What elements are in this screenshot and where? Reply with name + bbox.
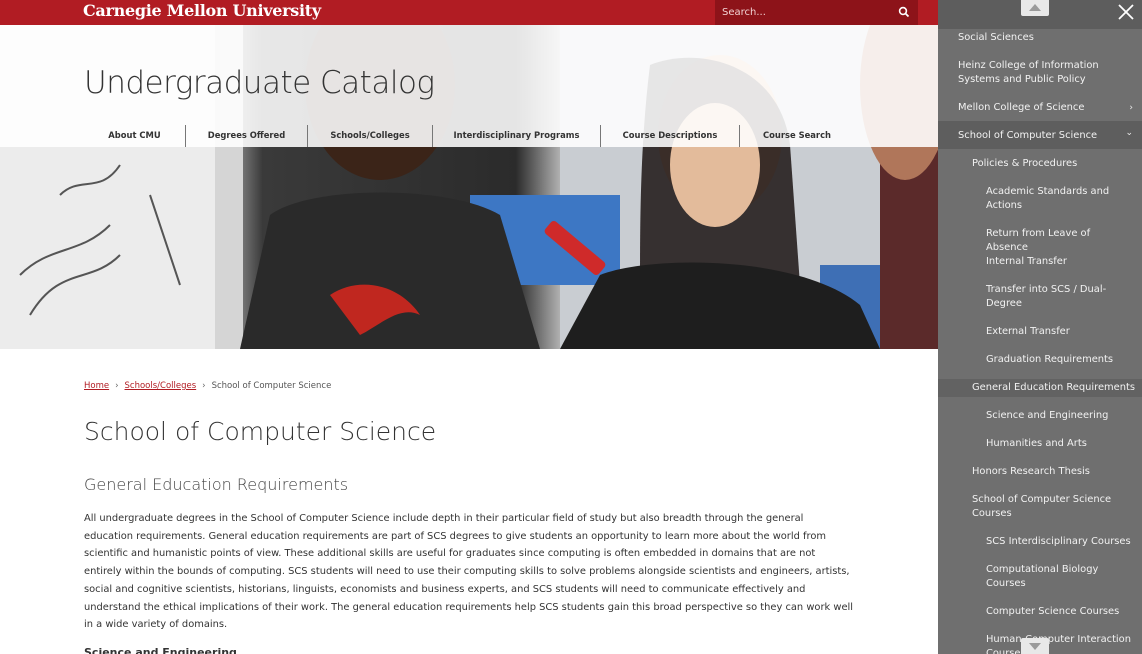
section-title: General Education Requirements — [84, 475, 349, 494]
sidebar-item-scs-courses[interactable]: School of Computer Science Courses — [938, 493, 1142, 521]
nav-about-cmu[interactable]: About CMU — [84, 125, 186, 147]
sidebar-item-internal-transfer[interactable]: Internal Transfer — [938, 255, 1142, 269]
sidebar-item-policies-procedures[interactable]: Policies & Procedures — [938, 157, 1142, 171]
breadcrumb-home-link[interactable]: Home — [84, 381, 109, 391]
search-icon[interactable] — [898, 6, 910, 18]
sidebar-item-school-of-computer-science[interactable]: School of Computer Science ⌄ — [938, 128, 1142, 143]
nav-course-descriptions[interactable]: Course Descriptions — [601, 125, 740, 147]
nav-schools-colleges[interactable]: Schools/Colleges — [308, 125, 433, 147]
sidebar-item-computer-science-courses[interactable]: Computer Science Courses — [938, 605, 1142, 619]
page-title: School of Computer Science — [84, 417, 437, 446]
sidebar-item-science-engineering[interactable]: Science and Engineering — [938, 409, 1142, 423]
section-body: All undergraduate degrees in the School … — [84, 513, 854, 631]
chevron-down-icon: ⌄ — [1125, 128, 1133, 138]
scroll-up-button[interactable] — [1021, 0, 1049, 16]
breadcrumb-separator: › — [202, 381, 206, 391]
scroll-down-button[interactable] — [1021, 638, 1049, 654]
breadcrumb-separator: › — [115, 381, 119, 391]
main-nav: About CMU Degrees Offered Schools/Colleg… — [84, 125, 854, 147]
close-icon[interactable] — [1116, 2, 1136, 22]
sidebar-item-external-transfer[interactable]: External Transfer — [938, 325, 1142, 339]
sidebar-item-scs-interdisciplinary[interactable]: SCS Interdisciplinary Courses — [938, 535, 1142, 549]
catalog-title: Undergraduate Catalog — [84, 65, 435, 101]
search-box — [715, 0, 918, 25]
sidebar-item-academic-standards[interactable]: Academic Standards and Actions — [938, 185, 1142, 213]
top-bar: Carnegie Mellon University — [0, 0, 938, 25]
next-section-heading: Science and Engineering — [84, 646, 237, 654]
sidebar-item-computational-biology[interactable]: Computational Biology Courses — [938, 563, 1142, 591]
sidebar-item-general-education[interactable]: General Education Requirements — [938, 379, 1142, 397]
sidebar-item-mellon-college[interactable]: Mellon College of Science › — [938, 101, 1142, 115]
sidebar-item-label: School of Computer Science — [958, 130, 1098, 141]
sidebar-item-return-from-leave[interactable]: Return from Leave of Absence — [938, 227, 1142, 255]
hero-banner: Undergraduate Catalog About CMU Degrees … — [0, 25, 938, 349]
breadcrumb: Home › Schools/Colleges › School of Computer… — [84, 381, 331, 391]
sidebar-item-social-sciences[interactable]: Social Sciences — [938, 31, 1142, 45]
sidebar-item-honors-research-thesis[interactable]: Honors Research Thesis — [938, 465, 1142, 479]
sidebar-item-humanities-arts[interactable]: Humanities and Arts — [938, 437, 1142, 451]
sidebar-item-graduation-requirements[interactable]: Graduation Requirements — [938, 353, 1142, 367]
nav-degrees-offered[interactable]: Degrees Offered — [186, 125, 308, 147]
sidebar-item-transfer-into-scs[interactable]: Transfer into SCS / Dual-Degree — [938, 283, 1142, 311]
sidebar-item-heinz-college[interactable]: Heinz College of Information Systems and… — [938, 59, 1142, 87]
nav-course-search[interactable]: Course Search — [740, 125, 854, 147]
university-logo[interactable]: Carnegie Mellon University — [83, 1, 321, 20]
sidebar-item-label: Mellon College of Science — [958, 102, 1085, 113]
nav-interdisciplinary-programs[interactable]: Interdisciplinary Programs — [433, 125, 601, 147]
chevron-right-icon: › — [1129, 103, 1133, 113]
breadcrumb-current: School of Computer Science — [211, 381, 332, 391]
sidebar-menu: Social Sciences Heinz College of Informa… — [938, 0, 1142, 654]
breadcrumb-schools-link[interactable]: Schools/Colleges — [125, 381, 197, 391]
search-input[interactable] — [715, 0, 895, 25]
